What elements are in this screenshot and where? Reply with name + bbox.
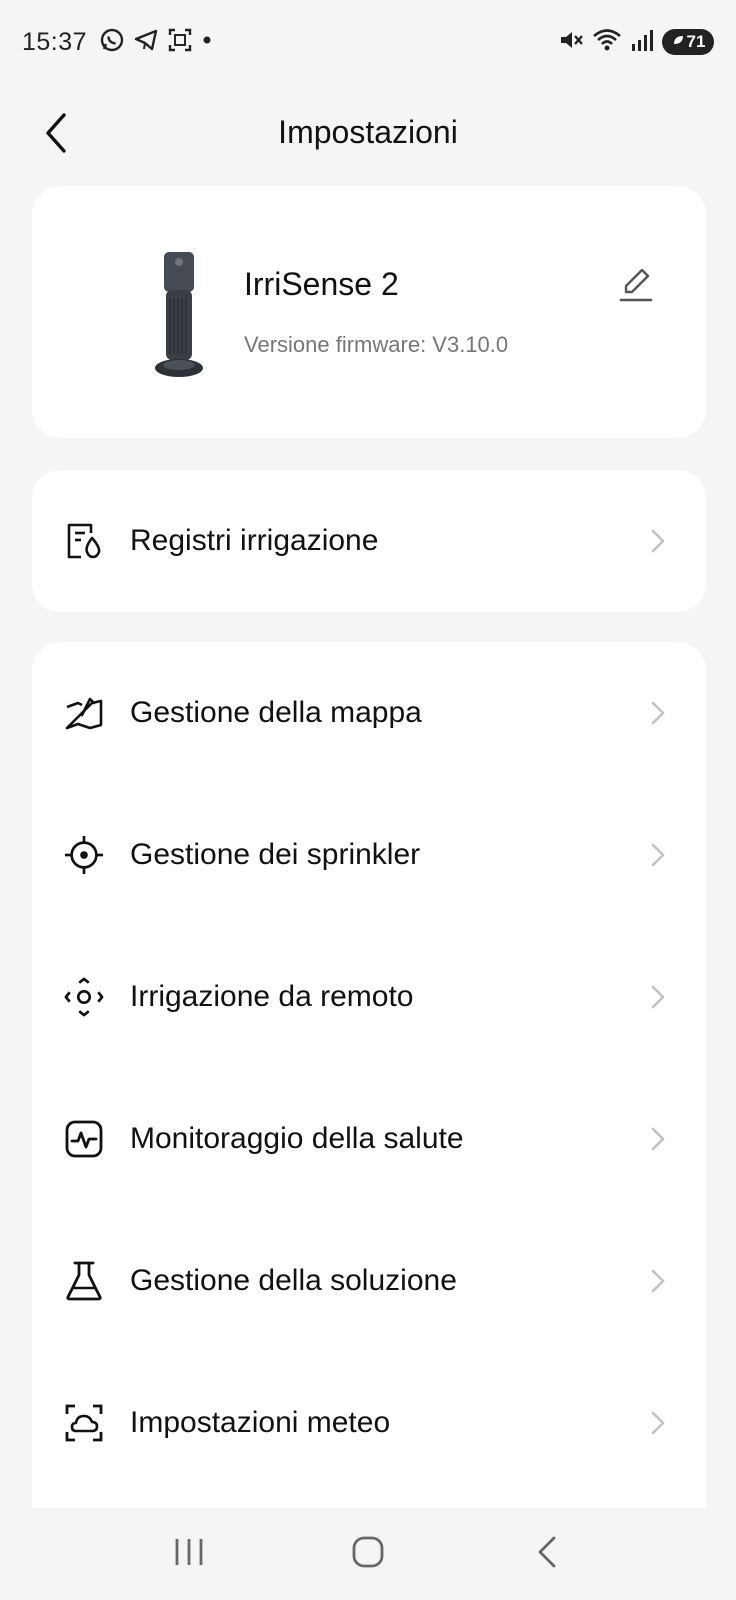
menu-item-remote-irrigation[interactable]: Irrigazione da remoto bbox=[32, 926, 706, 1068]
weather-icon bbox=[64, 1403, 104, 1443]
home-button[interactable] bbox=[338, 1524, 398, 1584]
irrigation-log-icon bbox=[64, 521, 104, 561]
menu-item-weather-settings[interactable]: Impostazioni meteo bbox=[32, 1352, 706, 1494]
firmware-version: Versione firmware: V3.10.0 bbox=[244, 332, 509, 357]
whatsapp-icon bbox=[99, 27, 125, 58]
menu-item-label: Registri irrigazione bbox=[130, 524, 379, 557]
system-icons: 71 bbox=[558, 27, 714, 58]
back-icon bbox=[535, 1535, 559, 1574]
battery-indicator: 71 bbox=[662, 29, 714, 55]
recent-apps-icon bbox=[173, 1537, 205, 1572]
menu-item-health-monitoring[interactable]: Monitoraggio della salute bbox=[32, 1068, 706, 1210]
dot-icon bbox=[201, 33, 213, 51]
mute-icon bbox=[558, 27, 584, 58]
edit-pencil-icon bbox=[618, 264, 654, 309]
device-card[interactable]: IrriSense 2 Versione firmware: V3.10.0 bbox=[32, 186, 706, 438]
device-name: IrriSense 2 bbox=[244, 266, 399, 302]
telegram-icon bbox=[133, 27, 159, 58]
recent-apps-button[interactable] bbox=[159, 1524, 219, 1584]
menu-item-irrigation-logs[interactable]: Registri irrigazione bbox=[32, 470, 706, 612]
chevron-right-icon bbox=[648, 699, 668, 727]
flask-icon bbox=[64, 1261, 104, 1301]
system-back-button[interactable] bbox=[517, 1524, 577, 1584]
battery-level: 71 bbox=[686, 32, 706, 51]
health-monitor-icon bbox=[64, 1119, 104, 1159]
status-time: 15:37 bbox=[22, 27, 88, 56]
home-icon bbox=[351, 1535, 385, 1574]
irrigation-logs-card: Registri irrigazione bbox=[32, 470, 706, 612]
chevron-right-icon bbox=[648, 527, 668, 555]
menu-item-label: Monitoraggio della salute bbox=[130, 1122, 464, 1155]
settings-list-card: Gestione della mappa Gestione dei sprink… bbox=[32, 642, 706, 1522]
battery-icon bbox=[671, 32, 685, 52]
menu-item-label: Impostazioni meteo bbox=[130, 1406, 391, 1439]
wifi-icon bbox=[592, 27, 622, 58]
gallery-icon bbox=[167, 27, 193, 58]
header: Impostazioni bbox=[0, 84, 736, 184]
chevron-right-icon bbox=[648, 1267, 668, 1295]
menu-item-label: Gestione della mappa bbox=[130, 696, 422, 729]
notification-icons bbox=[99, 27, 213, 58]
menu-item-map-management[interactable]: Gestione della mappa bbox=[32, 642, 706, 784]
crosshair-icon bbox=[64, 835, 104, 875]
chevron-right-icon bbox=[648, 1409, 668, 1437]
edit-device-button[interactable] bbox=[616, 264, 656, 308]
menu-item-label: Irrigazione da remoto bbox=[130, 980, 414, 1013]
menu-item-label: Gestione della soluzione bbox=[130, 1264, 457, 1297]
chevron-right-icon bbox=[648, 841, 668, 869]
chevron-right-icon bbox=[648, 1125, 668, 1153]
menu-item-sprinkler-management[interactable]: Gestione dei sprinkler bbox=[32, 784, 706, 926]
remote-control-icon bbox=[64, 977, 104, 1017]
chevron-right-icon bbox=[648, 983, 668, 1011]
status-bar: 15:37 71 bbox=[0, 0, 736, 84]
device-image bbox=[116, 242, 236, 390]
menu-item-label: Gestione dei sprinkler bbox=[130, 838, 421, 871]
navigation-bar bbox=[0, 1508, 736, 1600]
signal-icon bbox=[630, 27, 654, 58]
menu-item-solution-management[interactable]: Gestione della soluzione bbox=[32, 1210, 706, 1352]
map-icon bbox=[64, 693, 104, 733]
page-title: Impostazioni bbox=[278, 114, 458, 150]
